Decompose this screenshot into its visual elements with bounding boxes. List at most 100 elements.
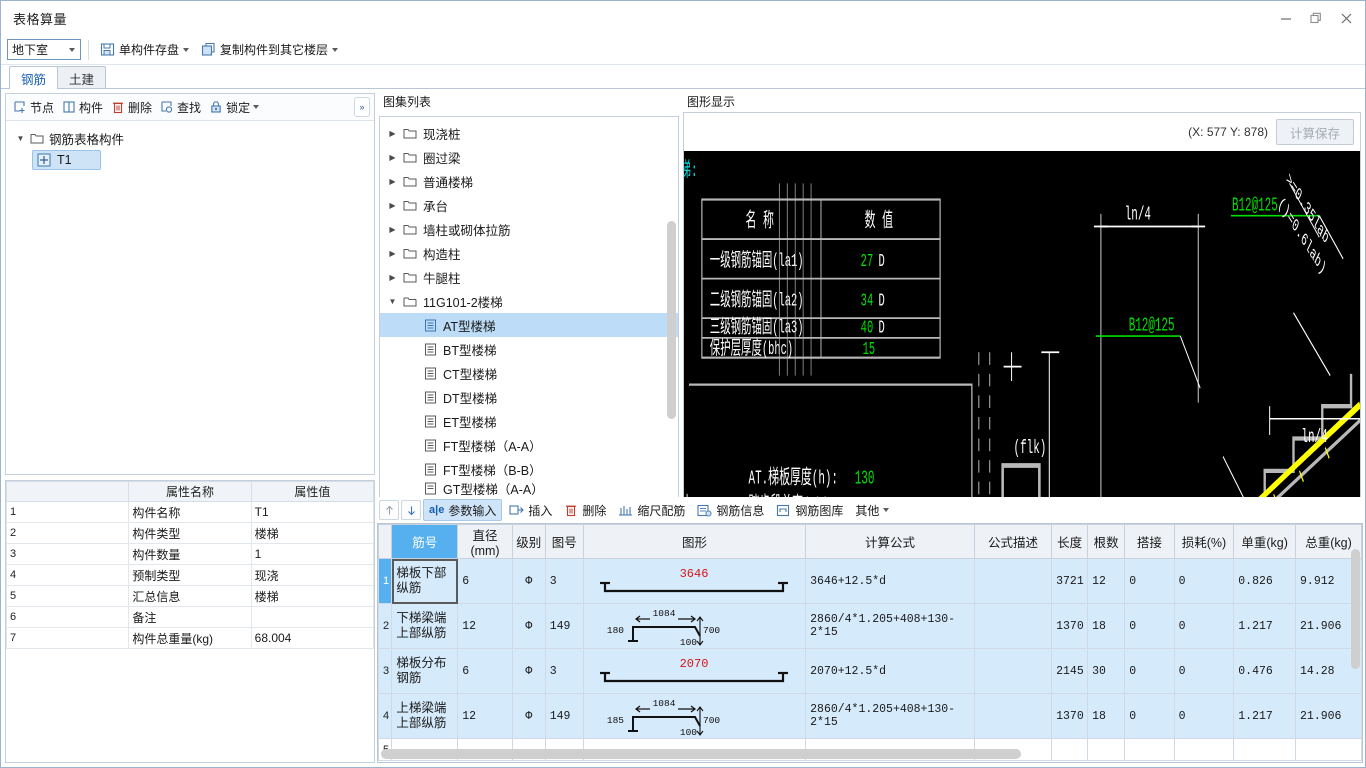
tree-item-t1[interactable]: T1 xyxy=(12,149,368,171)
atlas-item-ft-stair-bb[interactable]: FT型楼梯（B-B） xyxy=(380,457,678,481)
atlas-item-niutuizhu[interactable]: ▶ 牛腿柱 xyxy=(380,265,678,289)
rebar-shape-cell[interactable]: 2070 xyxy=(582,648,807,694)
chevron-right-icon[interactable]: ▶ xyxy=(388,201,397,210)
property-value[interactable]: 现浇 xyxy=(250,564,374,586)
atlas-item-ft-stair-aa[interactable]: FT型楼梯（A-A） xyxy=(380,433,678,457)
calculate-save-button[interactable]: 计算保存 xyxy=(1276,119,1354,145)
chevron-right-icon[interactable]: ▶ xyxy=(388,153,397,162)
rebar-shape-cell[interactable]: 1084 180 700 100 xyxy=(582,603,807,649)
rebar-name-cell[interactable]: 下梯梁端上部纵筋 xyxy=(391,603,459,649)
rebar-formula-desc-cell[interactable] xyxy=(973,693,1053,739)
chevron-down-icon[interactable]: ▼ xyxy=(16,134,25,143)
rebar-unit-weight-cell[interactable] xyxy=(1233,738,1297,761)
rebar-loss-cell[interactable]: 0 xyxy=(1173,558,1235,604)
tree-lock-button[interactable]: 锁定 xyxy=(206,97,262,118)
atlas-item-bt-stair[interactable]: BT型楼梯 xyxy=(380,337,678,361)
rebar-lap-cell[interactable]: 0 xyxy=(1124,603,1175,649)
tree-node-button[interactable]: 节点 xyxy=(10,97,57,118)
atlas-item-xianjiaozhuang[interactable]: ▶ 现浇桩 xyxy=(380,121,678,145)
tree-toolbar-overflow-button[interactable]: » xyxy=(354,97,370,117)
rebar-horizontal-scrollbar-thumb[interactable] xyxy=(381,749,1021,759)
rebar-formula-cell[interactable]: 2070+12.5*d xyxy=(805,648,975,694)
rebar-count-cell[interactable]: 12 xyxy=(1087,558,1126,604)
rebar-lap-cell[interactable] xyxy=(1124,738,1175,761)
rebar-grade-cell[interactable]: Φ xyxy=(511,558,546,604)
rebar-header-loss[interactable]: 损耗(%) xyxy=(1173,524,1235,559)
minimize-icon[interactable] xyxy=(1271,4,1301,32)
rebar-figno-cell[interactable]: 149 xyxy=(544,603,584,649)
property-value[interactable]: 68.004 xyxy=(250,627,374,649)
rebar-info-button[interactable]: 钢筋信息 xyxy=(692,499,769,521)
rebar-count-cell[interactable] xyxy=(1087,738,1126,761)
rebar-total-weight-cell[interactable]: 21.906 xyxy=(1295,693,1362,739)
table-row[interactable]: 3 梯板分布钢筋 6 Φ 3 2070 2070+12.5*d 2145 30 … xyxy=(378,648,1362,694)
property-value[interactable] xyxy=(250,606,374,628)
insert-button[interactable]: 插入 xyxy=(504,499,557,521)
tree-root-node[interactable]: ▼ 钢筋表格构件 xyxy=(12,127,368,149)
rebar-diameter-cell[interactable]: 12 xyxy=(457,603,513,649)
rebar-lap-cell[interactable]: 0 xyxy=(1124,558,1175,604)
atlas-scrollbar-thumb[interactable] xyxy=(667,221,676,419)
rebar-header-grade[interactable]: 级别 xyxy=(511,524,546,559)
property-value[interactable]: 楼梯 xyxy=(250,522,374,544)
rebar-length-cell[interactable]: 1370 xyxy=(1051,693,1089,739)
chevron-right-icon[interactable]: ▶ xyxy=(388,129,397,138)
rebar-figno-cell[interactable]: 3 xyxy=(544,648,584,694)
delete-row-button[interactable]: 删除 xyxy=(559,499,611,521)
rebar-loss-cell[interactable] xyxy=(1173,738,1235,761)
rebar-figno-cell[interactable]: 149 xyxy=(544,693,584,739)
table-row[interactable]: 1 构件名称 T1 xyxy=(6,501,374,523)
rebar-lap-cell[interactable]: 0 xyxy=(1124,693,1175,739)
property-value[interactable]: 楼梯 xyxy=(250,585,374,607)
rebar-shape-cell[interactable]: 3646 xyxy=(582,558,807,604)
rebar-formula-cell[interactable]: 2860/4*1.205+408+130-2*15 xyxy=(805,603,975,649)
atlas-item-putonglouti[interactable]: ▶ 普通楼梯 xyxy=(380,169,678,193)
tree-component-button[interactable]: 构件 xyxy=(59,97,106,118)
rebar-formula-cell[interactable]: 3646+12.5*d xyxy=(805,558,975,604)
tab-gangjin[interactable]: 钢筋 xyxy=(9,66,59,90)
maximize-icon[interactable] xyxy=(1301,4,1331,32)
chevron-right-icon[interactable]: ▶ xyxy=(388,273,397,282)
chevron-down-icon[interactable]: ▼ xyxy=(388,297,397,306)
rebar-loss-cell[interactable]: 0 xyxy=(1173,648,1235,694)
atlas-item-chengtai[interactable]: ▶ 承台 xyxy=(380,193,678,217)
atlas-item-gt-stair-aa[interactable]: GT型楼梯（A-A） xyxy=(380,481,678,495)
rebar-total-weight-cell[interactable] xyxy=(1295,738,1362,761)
rebar-formula-cell[interactable]: 2860/4*1.205+408+130-2*15 xyxy=(805,693,975,739)
rebar-unit-weight-cell[interactable]: 1.217 xyxy=(1233,693,1297,739)
rebar-library-button[interactable]: 钢筋图库 xyxy=(771,499,848,521)
rebar-grade-cell[interactable]: Φ xyxy=(511,603,546,649)
scale-rebar-button[interactable]: 缩尺配筋 xyxy=(613,499,690,521)
property-value[interactable]: 1 xyxy=(250,543,374,565)
tab-tujian[interactable]: 土建 xyxy=(57,66,107,89)
chevron-right-icon[interactable]: ▶ xyxy=(388,225,397,234)
rebar-figno-cell[interactable]: 3 xyxy=(544,558,584,604)
table-row[interactable]: 2 构件类型 楼梯 xyxy=(6,522,374,544)
tree-find-button[interactable]: 查找 xyxy=(157,97,204,118)
rebar-diameter-cell[interactable]: 12 xyxy=(457,693,513,739)
rebar-name-cell[interactable]: 梯板分布钢筋 xyxy=(391,648,459,694)
table-row[interactable]: 4 上梯梁端上部纵筋 12 Φ 149 1084 185 700 100 286… xyxy=(378,693,1362,739)
rebar-grade-cell[interactable]: Φ xyxy=(511,693,546,739)
rebar-header-formula-desc[interactable]: 公式描述 xyxy=(973,524,1053,559)
atlas-item-et-stair[interactable]: ET型楼梯 xyxy=(380,409,678,433)
chevron-right-icon[interactable]: ▶ xyxy=(388,177,397,186)
rebar-formula-desc-cell[interactable] xyxy=(973,558,1053,604)
table-row[interactable]: 6 备注 xyxy=(6,606,374,628)
rebar-count-cell[interactable]: 30 xyxy=(1087,648,1126,694)
save-component-button[interactable]: 单构件存盘 xyxy=(96,38,193,62)
rebar-unit-weight-cell[interactable]: 1.217 xyxy=(1233,603,1297,649)
rebar-header-count[interactable]: 根数 xyxy=(1087,524,1126,559)
atlas-item-11g101-2[interactable]: ▼ 11G101-2楼梯 xyxy=(380,289,678,313)
atlas-item-dt-stair[interactable]: DT型楼梯 xyxy=(380,385,678,409)
table-row[interactable]: 7 构件总重量(kg) 68.004 xyxy=(6,627,374,649)
param-input-button[interactable]: a|e 参数输入 xyxy=(423,499,503,521)
rebar-count-cell[interactable]: 18 xyxy=(1087,603,1126,649)
move-up-button[interactable] xyxy=(379,500,399,520)
rebar-shape-cell[interactable]: 1084 185 700 100 xyxy=(582,693,807,739)
rebar-diameter-cell[interactable]: 6 xyxy=(457,648,513,694)
move-down-button[interactable] xyxy=(401,500,421,520)
rebar-header-unit-weight[interactable]: 单重(kg) xyxy=(1233,524,1297,559)
rebar-header-formula[interactable]: 计算公式 xyxy=(805,524,975,559)
rebar-count-cell[interactable]: 18 xyxy=(1087,693,1126,739)
